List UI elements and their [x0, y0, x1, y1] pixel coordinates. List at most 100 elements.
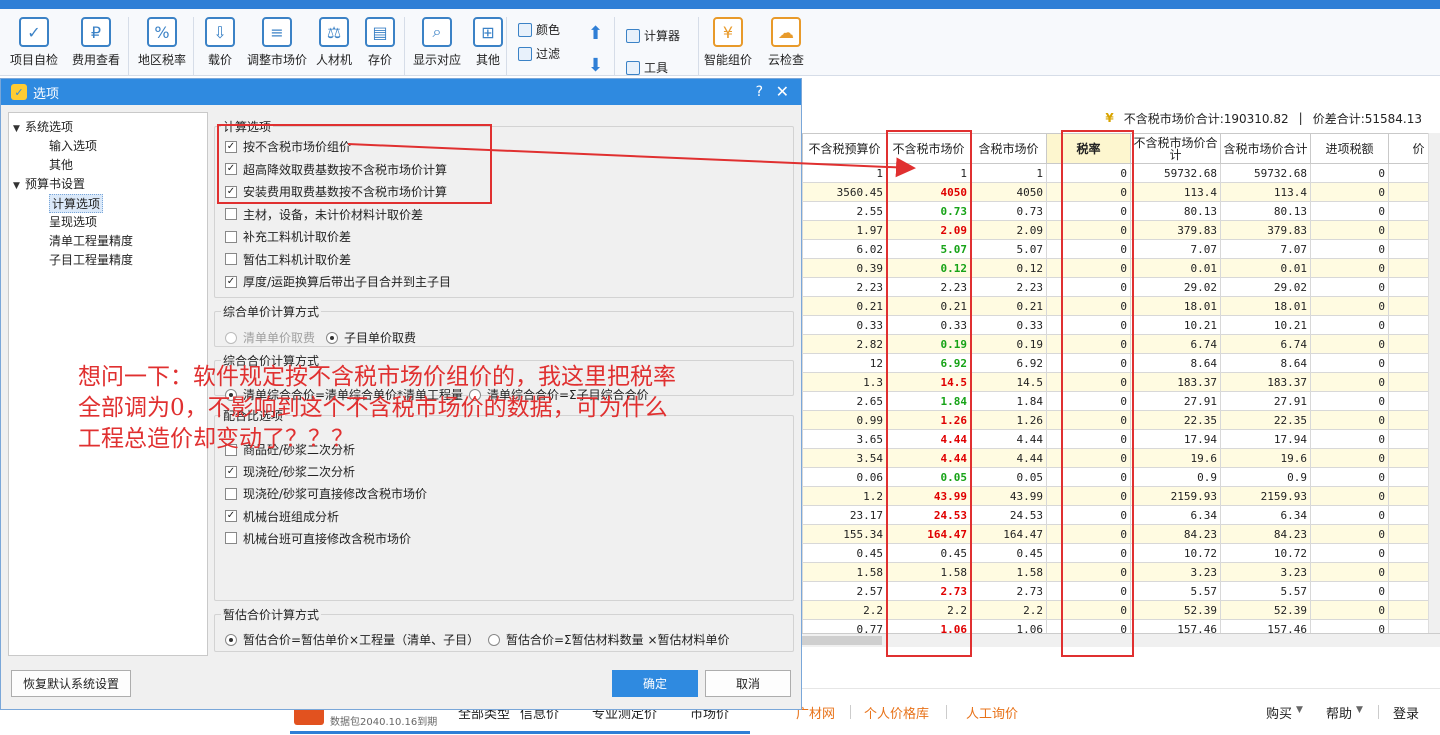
ribbon-tools-button[interactable]: 工具: [626, 59, 668, 76]
tree-item[interactable]: 其他: [49, 156, 73, 173]
option-checkbox[interactable]: 机械台班可直接修改含税市场价: [225, 530, 411, 547]
table-cell[interactable]: 0.45: [802, 543, 887, 563]
table-cell[interactable]: 1.26: [970, 410, 1047, 430]
table-cell[interactable]: 8.64: [1130, 353, 1221, 373]
table-cell[interactable]: 4.44: [970, 448, 1047, 468]
table-cell[interactable]: 3.23: [1130, 562, 1221, 582]
table-cell[interactable]: 1.3: [802, 372, 887, 392]
table-cell[interactable]: 2.57: [802, 581, 887, 601]
table-cell[interactable]: 52.39: [1220, 600, 1311, 620]
table-cell[interactable]: 155.34: [802, 524, 887, 544]
table-cell[interactable]: 2.2: [802, 600, 887, 620]
table-cell[interactable]: 183.37: [1220, 372, 1311, 392]
radio-circle[interactable]: [225, 633, 237, 646]
table-cell[interactable]: 1.58: [970, 562, 1047, 582]
option-radio[interactable]: 暂估合价=暂估单价×工程量（清单、子目）: [225, 631, 479, 648]
table-cell[interactable]: 0.73: [970, 201, 1047, 221]
checkbox-box[interactable]: [225, 253, 237, 265]
table-cell[interactable]: 4050: [970, 182, 1047, 202]
table-cell[interactable]: 0.9: [1220, 467, 1311, 487]
table-cell[interactable]: 379.83: [1220, 220, 1311, 240]
price-source-tab[interactable]: 人工询价: [966, 703, 1018, 722]
table-cell[interactable]: 17.94: [1130, 429, 1221, 449]
checkbox-box[interactable]: [225, 487, 237, 500]
table-cell[interactable]: 7.07: [1130, 239, 1221, 259]
table-cell[interactable]: 1.06: [970, 619, 1047, 633]
table-cell[interactable]: 22.35: [1130, 410, 1221, 430]
table-cell[interactable]: 1.58: [802, 562, 887, 582]
column-header[interactable]: 不含税市场价合计: [1130, 133, 1221, 164]
column-header[interactable]: 不含税预算价: [802, 133, 887, 164]
table-cell[interactable]: 0.77: [802, 619, 887, 633]
table-cell[interactable]: 3560.45: [802, 182, 887, 202]
price-source-tab[interactable]: 个人价格库: [864, 703, 929, 722]
table-cell[interactable]: 0: [1310, 581, 1389, 601]
table-cell[interactable]: 59732.68: [1220, 163, 1311, 183]
table-cell[interactable]: 10.72: [1220, 543, 1311, 563]
table-cell[interactable]: 0: [1310, 543, 1389, 563]
table-cell[interactable]: 0: [1310, 448, 1389, 468]
table-cell[interactable]: 80.13: [1220, 201, 1311, 221]
table-cell[interactable]: 2159.93: [1220, 486, 1311, 506]
table-cell[interactable]: 10.21: [1220, 315, 1311, 335]
table-cell[interactable]: 8.64: [1220, 353, 1311, 373]
table-cell[interactable]: 27.91: [1130, 391, 1221, 411]
table-cell[interactable]: 22.35: [1220, 410, 1311, 430]
table-cell[interactable]: 6.92: [970, 353, 1047, 373]
table-cell[interactable]: 52.39: [1130, 600, 1221, 620]
tree-item[interactable]: ▼ 预算书设置: [13, 175, 85, 192]
table-cell[interactable]: 0: [1310, 258, 1389, 278]
tree-item[interactable]: 计算选项: [49, 194, 104, 213]
table-cell[interactable]: 0: [1310, 505, 1389, 525]
table-cell[interactable]: 157.46: [1220, 619, 1311, 633]
table-cell[interactable]: 10.72: [1130, 543, 1221, 563]
option-checkbox[interactable]: ✓ 机械台班组成分析: [225, 508, 339, 525]
table-cell[interactable]: 379.83: [1130, 220, 1221, 240]
cancel-button[interactable]: 取消: [705, 670, 791, 697]
table-cell[interactable]: 3.54: [802, 448, 887, 468]
table-cell[interactable]: 0.45: [970, 543, 1047, 563]
checkbox-box[interactable]: [225, 230, 237, 243]
ribbon-color-button[interactable]: 颜色: [518, 21, 560, 38]
table-cell[interactable]: 0: [1310, 315, 1389, 335]
table-cell[interactable]: 29.02: [1130, 277, 1221, 297]
table-cell[interactable]: 0.19: [970, 334, 1047, 354]
option-checkbox[interactable]: ✓ 厚度/运距换算后带出子目合并到主子目: [225, 273, 451, 290]
table-cell[interactable]: 0.06: [802, 467, 887, 487]
table-cell[interactable]: 0.99: [802, 410, 887, 430]
table-cell[interactable]: 23.17: [802, 505, 887, 525]
table-cell[interactable]: 113.4: [1220, 182, 1311, 202]
bottom-right-0[interactable]: 购买: [1266, 703, 1292, 722]
option-checkbox[interactable]: ✓ 现浇砼/砂浆二次分析: [225, 463, 355, 480]
table-cell[interactable]: 2159.93: [1130, 486, 1221, 506]
table-cell[interactable]: 7.07: [1220, 239, 1311, 259]
checkbox-box[interactable]: ✓: [225, 275, 237, 288]
table-cell[interactable]: 0.21: [802, 296, 887, 316]
table-cell[interactable]: 0: [1310, 334, 1389, 354]
radio-circle[interactable]: [488, 633, 500, 646]
ribbon-calculator-button[interactable]: 计算器: [626, 27, 680, 44]
table-cell[interactable]: 0.01: [1220, 258, 1311, 278]
option-checkbox[interactable]: 主材，设备，未计价材料计取价差: [225, 206, 423, 223]
column-header[interactable]: 含税市场价: [970, 133, 1047, 164]
table-cell[interactable]: 84.23: [1220, 524, 1311, 544]
table-cell[interactable]: 2.23: [970, 277, 1047, 297]
option-checkbox[interactable]: 现浇砼/砂浆可直接修改含税市场价: [225, 485, 427, 502]
table-cell[interactable]: 0: [1310, 353, 1389, 373]
ribbon-button-grid[interactable]: ⊞ 其他: [470, 15, 506, 75]
table-cell[interactable]: 0: [1310, 372, 1389, 392]
tree-item[interactable]: 输入选项: [49, 137, 97, 154]
table-cell[interactable]: 3.23: [1220, 562, 1311, 582]
table-cell[interactable]: 0: [1310, 239, 1389, 259]
checkbox-box[interactable]: ✓: [225, 465, 237, 478]
table-cell[interactable]: 0.39: [802, 258, 887, 278]
table-cell[interactable]: 2.73: [970, 581, 1047, 601]
table-cell[interactable]: 6.74: [1220, 334, 1311, 354]
table-cell[interactable]: 0: [1310, 277, 1389, 297]
ribbon-button-display[interactable]: ⌕ 显示对应: [410, 15, 464, 75]
table-cell[interactable]: 113.4: [1130, 182, 1221, 202]
table-cell[interactable]: 0.12: [970, 258, 1047, 278]
table-cell[interactable]: 6.02: [802, 239, 887, 259]
option-checkbox[interactable]: 补充工料机计取价差: [225, 228, 351, 245]
table-cell[interactable]: 1: [802, 163, 887, 183]
